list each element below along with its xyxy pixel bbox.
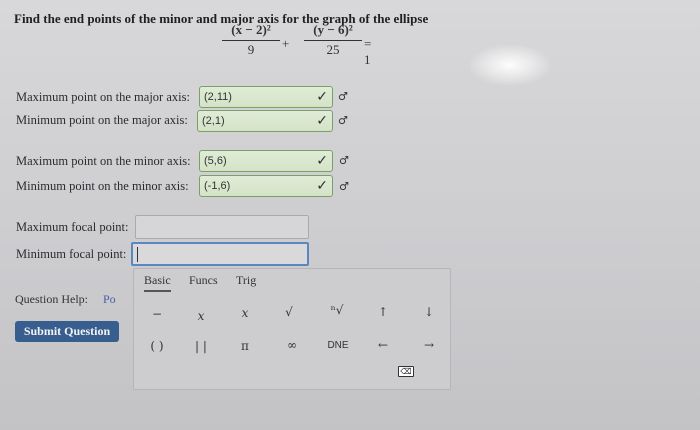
major-min-value: (2,1) xyxy=(202,115,225,127)
fraction-bar xyxy=(222,40,280,41)
major-min-input[interactable]: (2,1) ✓ xyxy=(197,110,333,132)
numerator-x: (x − 2)² xyxy=(231,22,271,37)
text-caret xyxy=(137,247,138,262)
minor-min-value: (-1,6) xyxy=(204,180,231,192)
key-down-arrow[interactable]: ↓ xyxy=(414,305,444,319)
key-x-power[interactable]: x xyxy=(230,306,260,320)
focal-max-label: Maximum focal point: xyxy=(16,220,129,234)
tab-funcs[interactable]: Funcs xyxy=(189,273,218,288)
key-icon[interactable]: ♂ xyxy=(339,154,349,167)
focal-max-input[interactable] xyxy=(135,215,309,239)
focal-min-label: Minimum focal point: xyxy=(16,247,127,261)
key-parentheses[interactable]: ( ) xyxy=(142,339,172,353)
key-dne[interactable]: DNE xyxy=(320,340,356,351)
question-help-label: Question Help: xyxy=(15,292,88,306)
numerator-y: (y − 6)² xyxy=(313,22,353,37)
denominator-x: 9 xyxy=(247,42,255,57)
key-right-arrow[interactable]: → xyxy=(414,338,444,352)
checkmark-icon: ✓ xyxy=(316,178,328,194)
key-pi[interactable]: π xyxy=(230,339,260,353)
minor-min-label: Minimum point on the minor axis: xyxy=(16,179,189,193)
tab-trig[interactable]: Trig xyxy=(236,273,256,288)
key-minus[interactable]: − xyxy=(142,307,172,321)
minor-max-input[interactable]: (5,6) ✓ xyxy=(199,150,333,172)
checkmark-icon: ✓ xyxy=(316,89,328,105)
backspace-icon[interactable]: ⌫ xyxy=(398,366,414,377)
page: Find the end points of the minor and maj… xyxy=(0,0,700,430)
key-x-subscript[interactable]: x xyxy=(186,309,216,323)
checkmark-icon: ✓ xyxy=(316,113,328,129)
minor-min-input[interactable]: (-1,6) ✓ xyxy=(199,175,333,197)
key-nth-root[interactable]: ⁿ√ xyxy=(322,303,352,317)
tab-basic[interactable]: Basic xyxy=(144,273,171,292)
key-icon[interactable]: ♂ xyxy=(338,90,348,103)
screen-glare xyxy=(470,45,550,85)
key-absolute-value[interactable]: | | xyxy=(186,339,216,353)
denominator-y: 25 xyxy=(326,42,340,57)
key-left-arrow[interactable]: ← xyxy=(368,338,398,352)
checkmark-icon: ✓ xyxy=(316,153,328,169)
fraction-y: (y − 6)² 25 xyxy=(304,22,362,58)
fraction-x: (x − 2)² 9 xyxy=(222,22,280,58)
key-icon[interactable]: ♂ xyxy=(338,114,348,127)
major-max-value: (2,11) xyxy=(204,91,232,103)
question-help-link[interactable]: Po xyxy=(103,292,116,307)
focal-min-input[interactable] xyxy=(131,242,309,266)
major-max-input[interactable]: (2,11) ✓ xyxy=(199,86,333,108)
key-sqrt[interactable]: √ xyxy=(274,305,304,319)
major-max-label: Maximum point on the major axis: xyxy=(16,90,190,104)
minor-max-label: Maximum point on the minor axis: xyxy=(16,154,191,168)
key-icon[interactable]: ♂ xyxy=(339,180,349,193)
fraction-bar xyxy=(304,40,362,41)
minor-max-value: (5,6) xyxy=(204,155,227,167)
equals-one: = 1 xyxy=(364,36,372,67)
submit-question-button[interactable]: Submit Question xyxy=(15,321,119,342)
plus-sign: + xyxy=(282,36,290,51)
major-min-label: Minimum point on the major axis: xyxy=(16,113,188,127)
key-up-arrow[interactable]: ↑ xyxy=(368,305,398,319)
key-infinity[interactable]: ∞ xyxy=(277,338,307,352)
